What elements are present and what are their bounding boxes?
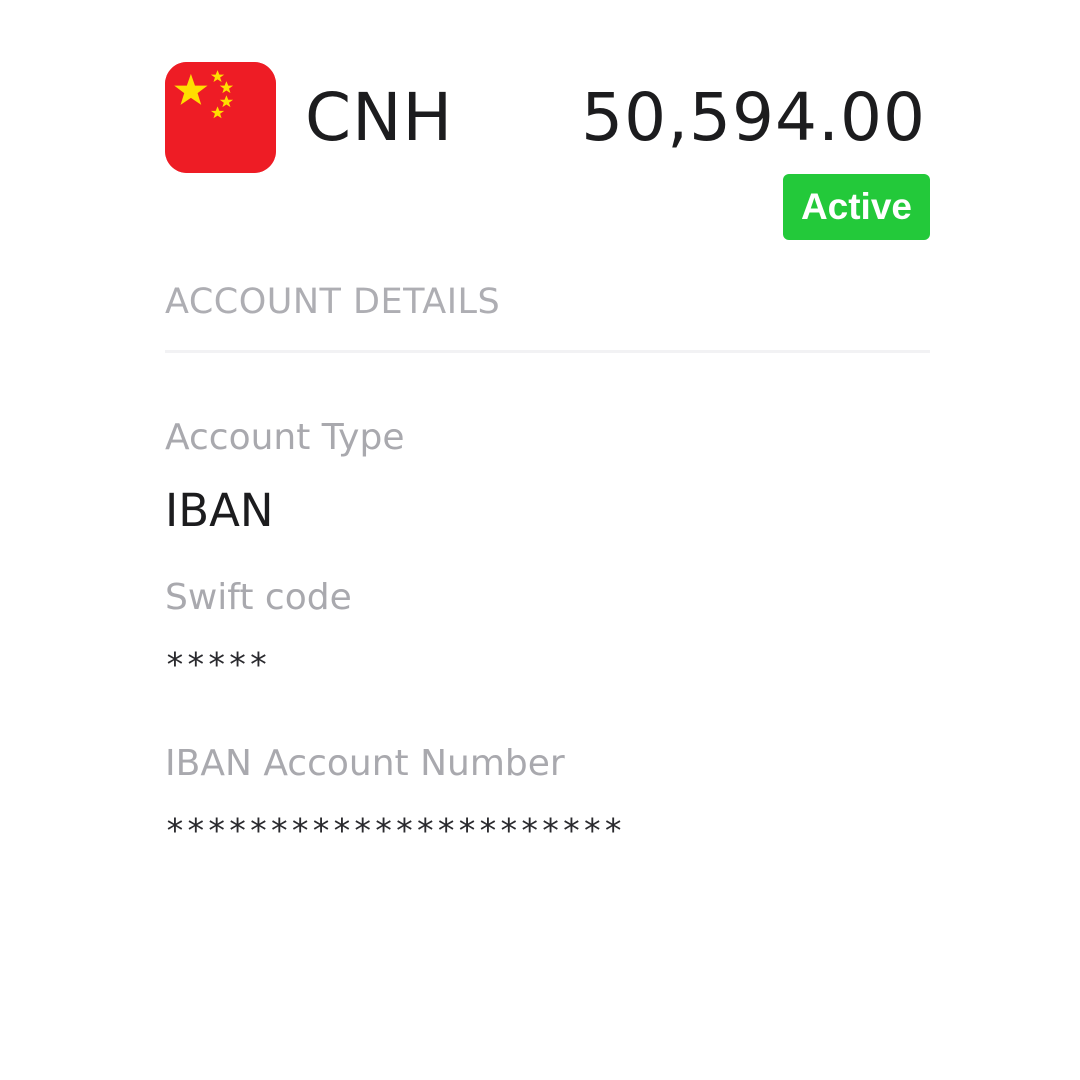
china-flag-icon: [165, 62, 276, 173]
iban-account-number-label: IBAN Account Number: [165, 743, 565, 784]
currency-code: CNH: [305, 79, 454, 156]
swift-code-value: *****: [165, 645, 270, 684]
account-card: CNH 50,594.00 Active ACCOUNT DETAILS Acc…: [165, 62, 930, 851]
account-type-value: IBAN: [165, 484, 274, 537]
divider: [165, 350, 930, 353]
swift-code-label: Swift code: [165, 577, 352, 618]
account-balance: 50,594.00: [581, 79, 926, 156]
account-header: CNH 50,594.00: [165, 62, 930, 174]
iban-account-number-value: **********************: [165, 811, 625, 850]
status-badge: Active: [782, 174, 930, 240]
section-title: ACCOUNT DETAILS: [165, 282, 501, 322]
account-type-label: Account Type: [165, 417, 405, 458]
status-row: Active: [165, 174, 930, 240]
